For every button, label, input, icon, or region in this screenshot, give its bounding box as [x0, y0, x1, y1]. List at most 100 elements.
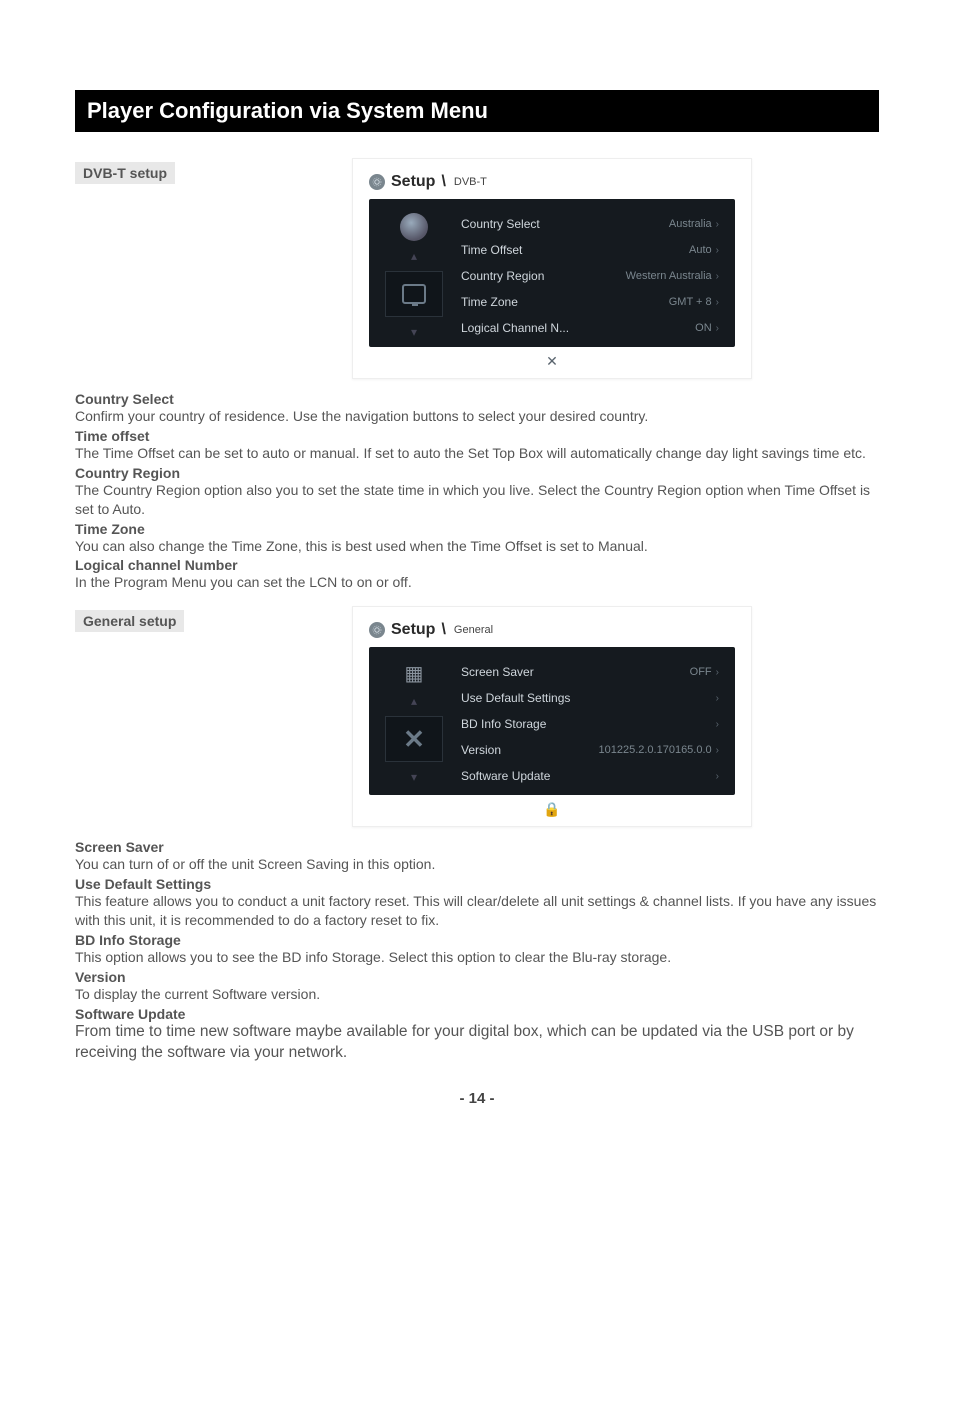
row-label: Version [461, 743, 501, 757]
heading: BD Info Storage [75, 932, 879, 948]
breadcrumb: Setup \ DVB-T [369, 173, 735, 191]
general-descriptions: Screen Saver You can turn of or off the … [75, 839, 879, 1063]
lock-icon: 🔒 [543, 801, 560, 818]
bottom-glyph-row: 🔒 [369, 801, 735, 818]
table-row: Country Region Western Australia › [459, 263, 721, 289]
heading: Time offset [75, 428, 879, 444]
row-label: Software Update [461, 769, 550, 783]
chevron-right-icon: › [716, 245, 719, 256]
general-screenshot: Setup \ General ▦ ▴ ✕ ▾ Screen Saver OFF ›… [352, 606, 752, 827]
paragraph: Confirm your country of residence. Use t… [75, 407, 879, 426]
crumb-sub: General [454, 624, 493, 636]
heading: Time Zone [75, 521, 879, 537]
heading: Country Region [75, 465, 879, 481]
paragraph: The Time Offset can be set to auto or ma… [75, 444, 879, 463]
row-value: 101225.2.0.170165.0.0 [598, 744, 711, 756]
tools-tile: ✕ [385, 716, 443, 762]
crumb-main: Setup [391, 173, 435, 191]
row-value: Western Australia [626, 270, 712, 282]
general-header-row: General setup Setup \ General ▦ ▴ ✕ [75, 602, 879, 837]
table-row: Software Update › [459, 763, 721, 789]
settings-list: Screen Saver OFF › Use Default Settings › B… [459, 659, 721, 789]
row-label: BD Info Storage [461, 717, 546, 731]
row-value: Auto [689, 244, 712, 256]
row-value: Australia [669, 218, 712, 230]
chevron-right-icon: › [716, 219, 719, 230]
page-title: Player Configuration via System Menu [87, 98, 488, 123]
table-row: Time Zone GMT + 8 › [459, 289, 721, 315]
chevron-right-icon: › [716, 323, 719, 334]
page-title-bar: Player Configuration via System Menu [75, 90, 879, 132]
row-value: OFF [690, 666, 712, 678]
general-screenshot-wrap: Setup \ General ▦ ▴ ✕ ▾ Screen Saver OFF ›… [225, 606, 879, 827]
chevron-right-icon: › [716, 297, 719, 308]
paragraph: In the Program Menu you can set the LCN … [75, 573, 879, 592]
table-row: Logical Channel N... ON › [459, 315, 721, 341]
crumb-slash: \ [441, 173, 445, 191]
page: Player Configuration via System Menu DVB… [0, 0, 954, 1147]
breadcrumb: Setup \ General [369, 621, 735, 639]
heading: Screen Saver [75, 839, 879, 855]
settings-list: Country Select Australia › Time Offset Auto… [459, 211, 721, 341]
paragraph: This feature allows you to conduct a uni… [75, 892, 879, 930]
row-label: Screen Saver [461, 665, 534, 679]
dvbt-screenshot: Setup \ DVB-T ▴ ▾ Country Select Australi… [352, 158, 752, 379]
dvbt-screenshot-wrap: Setup \ DVB-T ▴ ▾ Country Select Australi… [225, 158, 879, 379]
row-value: ON [695, 322, 712, 334]
table-row: Use Default Settings › [459, 685, 721, 711]
table-row: Time Offset Auto › [459, 237, 721, 263]
heading: Use Default Settings [75, 876, 879, 892]
general-setup-chip: General setup [75, 610, 184, 632]
chevron-down-icon: ▾ [411, 327, 417, 337]
row-label: Use Default Settings [461, 691, 570, 705]
heading: Country Select [75, 391, 879, 407]
dvbt-panel: ▴ ▾ Country Select Australia › Time Offset… [369, 199, 735, 347]
tools-icon: ✕ [403, 724, 425, 755]
device-icon: ▦ [405, 661, 424, 686]
globe-icon [400, 213, 428, 241]
row-label: Logical Channel N... [461, 321, 569, 335]
side-column: ▦ ▴ ✕ ▾ [381, 659, 447, 789]
heading: Logical channel Number [75, 557, 879, 573]
crumb-slash: \ [441, 621, 445, 639]
heading: Software Update [75, 1006, 879, 1022]
paragraph: You can also change the Time Zone, this … [75, 537, 879, 556]
chevron-right-icon: › [716, 719, 719, 730]
row-label: Country Select [461, 217, 540, 231]
paragraph: You can turn of or off the unit Screen S… [75, 855, 879, 874]
chevron-right-icon: › [716, 271, 719, 282]
tools-icon: ✕ [546, 353, 558, 370]
gear-icon [369, 174, 385, 190]
table-row: BD Info Storage › [459, 711, 721, 737]
row-label: Country Region [461, 269, 544, 283]
paragraph: The Country Region option also you to se… [75, 481, 879, 519]
dvbt-setup-chip: DVB-T setup [75, 162, 175, 184]
heading: Version [75, 969, 879, 985]
chevron-right-icon: › [716, 693, 719, 704]
tv-tile [385, 271, 443, 317]
table-row: Version 101225.2.0.170165.0.0 › [459, 737, 721, 763]
bottom-glyph-row: ✕ [369, 353, 735, 370]
crumb-sub: DVB-T [454, 176, 487, 188]
paragraph: To display the current Software version. [75, 985, 879, 1004]
crumb-main: Setup [391, 621, 435, 639]
row-label: Time Offset [461, 243, 522, 257]
tv-icon [402, 284, 426, 304]
gear-icon [369, 622, 385, 638]
chevron-up-icon: ▴ [411, 696, 417, 706]
chevron-right-icon: › [716, 667, 719, 678]
table-row: Screen Saver OFF › [459, 659, 721, 685]
dvbt-descriptions: Country Select Confirm your country of r… [75, 391, 879, 592]
row-value: GMT + 8 [669, 296, 712, 308]
chevron-up-icon: ▴ [411, 251, 417, 261]
general-panel: ▦ ▴ ✕ ▾ Screen Saver OFF › Use Default Set… [369, 647, 735, 795]
chevron-right-icon: › [716, 771, 719, 782]
paragraph: This option allows you to see the BD inf… [75, 948, 879, 967]
chevron-down-icon: ▾ [411, 772, 417, 782]
dvbt-header-row: DVB-T setup Setup \ DVB-T ▴ ▾ [75, 154, 879, 389]
paragraph: From time to time new software maybe ava… [75, 1022, 879, 1064]
row-label: Time Zone [461, 295, 518, 309]
chevron-right-icon: › [716, 745, 719, 756]
side-column: ▴ ▾ [381, 211, 447, 341]
page-number: - 14 - [75, 1090, 879, 1107]
